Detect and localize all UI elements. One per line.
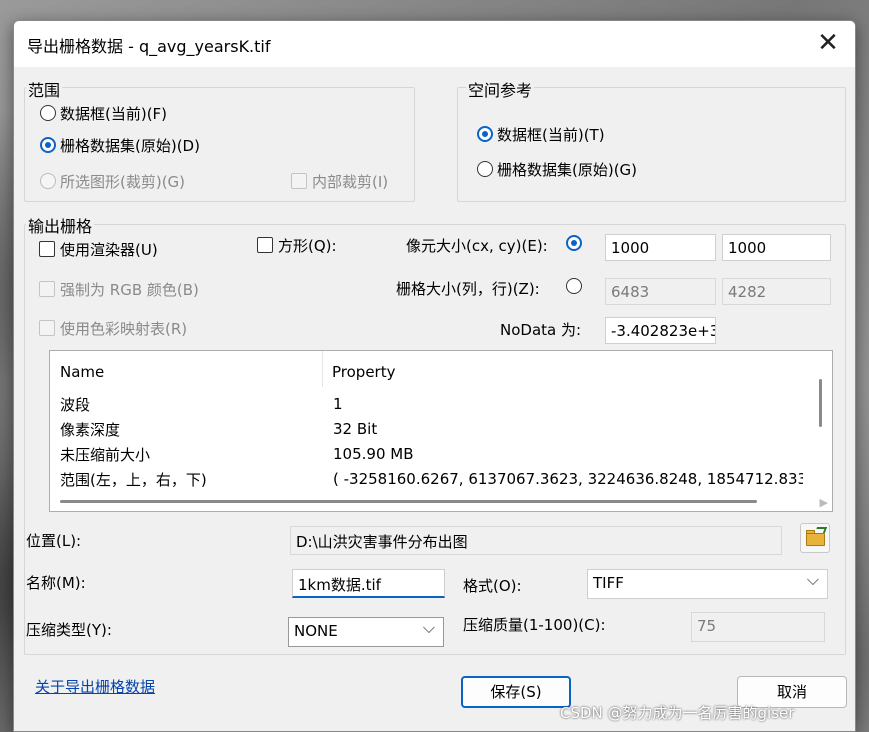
list-item: ( -3258160.6267, 6137067.3623, 3224636.8… bbox=[333, 470, 803, 488]
spatial-ref-option-raster-dataset[interactable]: 栅格数据集(原始)(G) bbox=[477, 159, 637, 180]
list-item: 范围(左，上，右，下) bbox=[60, 471, 207, 489]
dialog-title: 导出栅格数据 - q_avg_yearsK.tif bbox=[27, 37, 271, 56]
cell-size-label: 像元大小(cx, cy)(E): bbox=[406, 237, 548, 255]
header-name[interactable]: Name bbox=[60, 363, 104, 381]
column-separator bbox=[322, 351, 323, 387]
header-property[interactable]: Property bbox=[332, 363, 395, 381]
checkbox-icon bbox=[257, 237, 273, 253]
raster-cols-input: 6483 bbox=[605, 278, 716, 305]
extent-legend: 范围 bbox=[26, 77, 63, 101]
cell-size-y-input[interactable]: 1000 bbox=[722, 234, 831, 261]
watermark: CSDN @努力成为一名厉害的giser bbox=[560, 704, 795, 722]
vertical-scrollbar[interactable] bbox=[819, 379, 822, 427]
use-colormap-checkbox: 使用色彩映射表(R) bbox=[39, 318, 187, 339]
help-link[interactable]: 关于导出栅格数据 bbox=[35, 676, 155, 697]
extent-option-dataframe[interactable]: 数据框(当前)(F) bbox=[40, 103, 167, 124]
checkbox-icon bbox=[39, 241, 55, 257]
cell-size-radio[interactable] bbox=[566, 235, 586, 253]
radio-disabled-icon bbox=[40, 173, 56, 189]
extent-option-selected-graphics: 所选图形(裁剪)(G) bbox=[40, 171, 185, 192]
browse-folder-button[interactable] bbox=[800, 523, 830, 553]
radio-selected-icon bbox=[40, 137, 56, 153]
raster-properties-list[interactable]: Name Property 波段 1 像素深度 32 Bit 未压缩前大小 10… bbox=[49, 350, 833, 512]
radio-icon bbox=[566, 278, 582, 294]
location-input: D:\山洪灾害事件分布出图 bbox=[290, 526, 782, 555]
format-label: 格式(O): bbox=[463, 577, 522, 595]
compression-type-label: 压缩类型(Y): bbox=[26, 621, 112, 639]
name-label: 名称(M): bbox=[26, 574, 86, 592]
folder-icon bbox=[806, 533, 825, 546]
raster-rows-input: 4282 bbox=[722, 278, 831, 305]
export-raster-dialog: 导出栅格数据 - q_avg_yearsK.tif ✕ 范围 数据框(当前)(F… bbox=[13, 20, 856, 732]
nodata-input[interactable]: -3.402823e+3 bbox=[605, 317, 716, 344]
list-item: 未压缩前大小 bbox=[60, 446, 151, 464]
force-rgb-checkbox: 强制为 RGB 颜色(B) bbox=[39, 279, 199, 300]
use-renderer-checkbox[interactable]: 使用渲染器(U) bbox=[39, 239, 158, 260]
checkbox-disabled-icon bbox=[39, 281, 55, 297]
horizontal-scrollbar[interactable] bbox=[60, 500, 757, 503]
raster-size-radio[interactable] bbox=[566, 278, 586, 296]
nodata-label: NoData 为: bbox=[500, 321, 582, 339]
raster-size-label: 栅格大小(列，行)(Z): bbox=[396, 280, 540, 298]
radio-icon bbox=[477, 161, 493, 177]
radio-selected-icon bbox=[566, 235, 582, 251]
spatial-reference-legend: 空间参考 bbox=[466, 77, 535, 101]
list-item: 波段 bbox=[60, 396, 91, 414]
list-item: 32 Bit bbox=[333, 420, 378, 438]
inner-clip-checkbox: 内部裁剪(I) bbox=[291, 171, 388, 192]
checkbox-disabled-icon bbox=[291, 173, 307, 189]
list-item: 像素深度 bbox=[60, 421, 121, 439]
title-bar: 导出栅格数据 - q_avg_yearsK.tif ✕ bbox=[14, 21, 855, 67]
arrow-icon bbox=[814, 527, 828, 533]
radio-icon bbox=[40, 105, 56, 121]
compression-type-dropdown[interactable]: NONE bbox=[288, 617, 444, 647]
scroll-right-arrow-icon[interactable]: ▶ bbox=[820, 496, 828, 509]
list-item: 1 bbox=[333, 395, 343, 413]
spatial-ref-option-dataframe[interactable]: 数据框(当前)(T) bbox=[477, 124, 605, 145]
output-raster-legend: 输出栅格 bbox=[26, 213, 95, 237]
format-dropdown[interactable]: TIFF bbox=[587, 569, 828, 599]
radio-selected-icon bbox=[477, 126, 493, 142]
compression-quality-label: 压缩质量(1-100)(C): bbox=[463, 616, 606, 634]
save-button[interactable]: 保存(S) bbox=[461, 676, 571, 708]
checkbox-disabled-icon bbox=[39, 320, 55, 336]
cell-size-x-input[interactable]: 1000 bbox=[605, 234, 716, 261]
extent-option-raster-dataset[interactable]: 栅格数据集(原始)(D) bbox=[40, 135, 200, 156]
square-checkbox[interactable]: 方形(Q): bbox=[257, 235, 337, 256]
location-label: 位置(L): bbox=[26, 532, 82, 550]
close-button[interactable]: ✕ bbox=[815, 30, 841, 57]
compression-quality-input: 75 bbox=[691, 612, 825, 642]
list-item: 105.90 MB bbox=[333, 445, 414, 463]
name-input[interactable]: 1km数据.tif bbox=[292, 569, 445, 598]
